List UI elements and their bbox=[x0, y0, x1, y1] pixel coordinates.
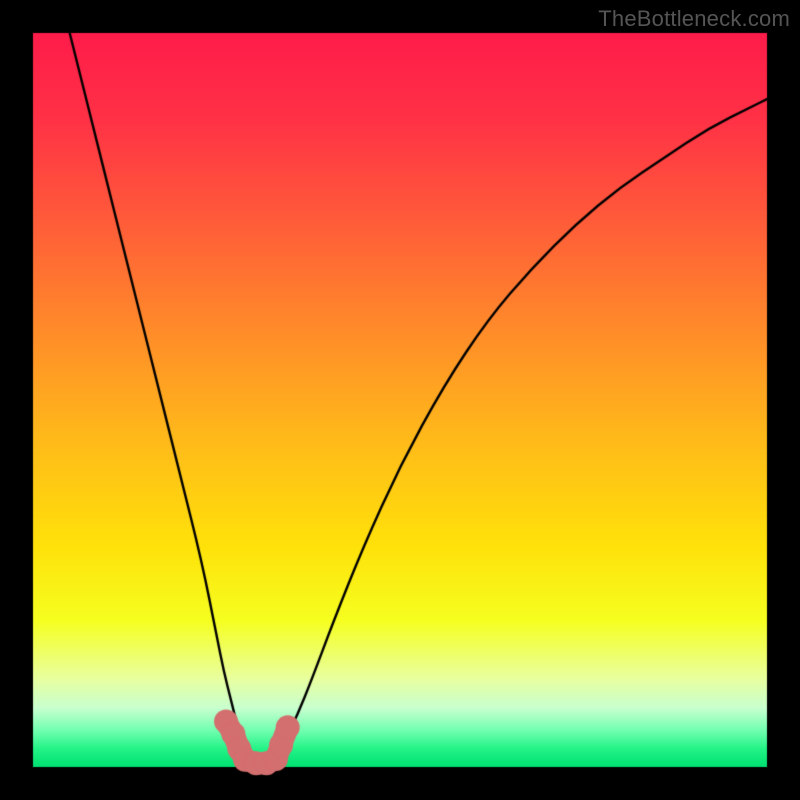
chart-frame: TheBottleneck.com bbox=[0, 0, 800, 800]
chart-canvas bbox=[0, 0, 800, 800]
